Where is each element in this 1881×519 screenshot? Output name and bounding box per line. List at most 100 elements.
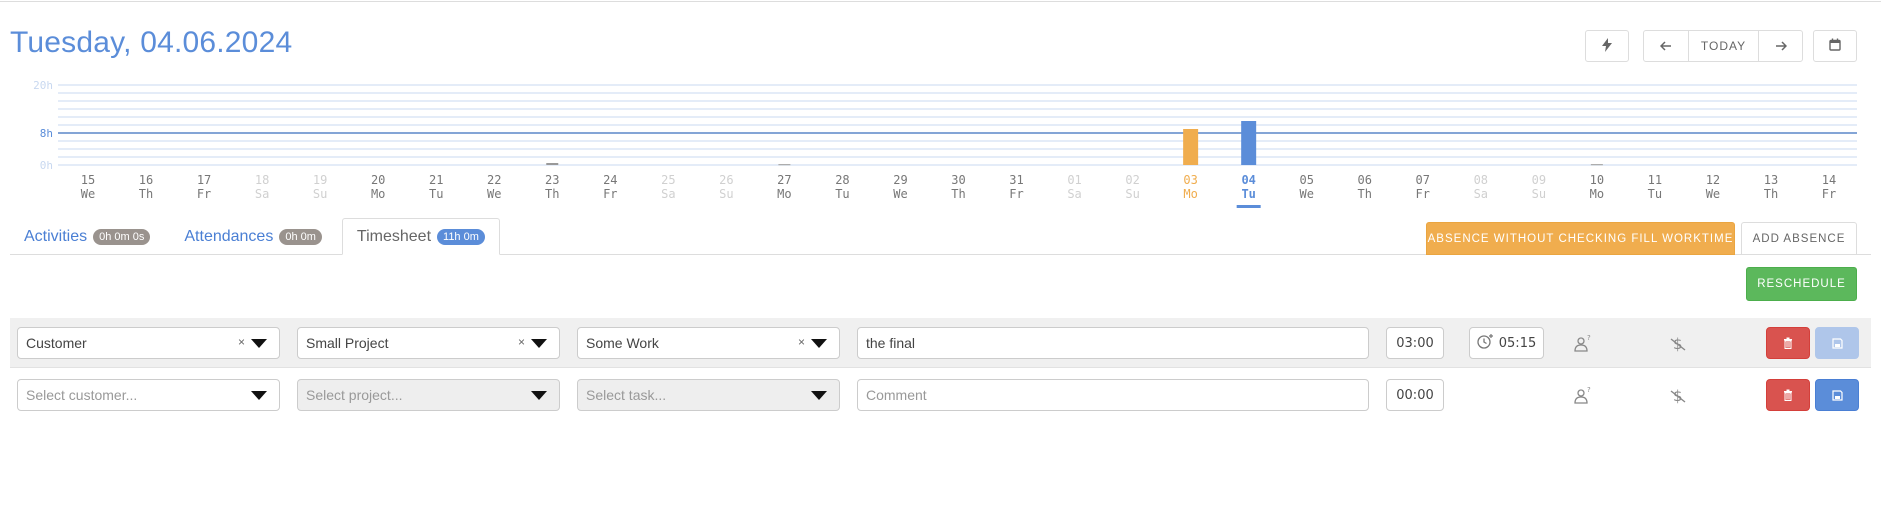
dollar-slash-icon[interactable]: $ [1667, 385, 1689, 407]
absence-fill-worktime-button[interactable]: ABSENCE WITHOUT CHECKING FILL WORKTIME [1426, 222, 1735, 255]
x-tick-day: 18 [255, 173, 269, 187]
x-tick-day: 02 [1125, 173, 1139, 187]
y-tick-label: 20h [33, 79, 53, 92]
start-time-button[interactable]: 05:15 [1469, 327, 1544, 359]
x-tick-day: 05 [1299, 173, 1313, 187]
x-tick-weekday: Sa [1067, 187, 1081, 201]
customer-select[interactable]: Select customer... [17, 379, 280, 411]
trash-icon [1784, 389, 1792, 401]
x-tick-weekday: Fr [197, 187, 211, 201]
date-navigation: TODAY [1643, 30, 1803, 62]
comment-input[interactable]: Comment [857, 379, 1369, 411]
task-value: Some Work [586, 335, 659, 351]
x-tick-day: 06 [1358, 173, 1372, 187]
x-tick-day: 09 [1532, 173, 1546, 187]
timesheet-new-row: Select customer... Select project... Sel… [10, 370, 1871, 420]
x-tick-weekday: Su [313, 187, 327, 201]
x-tick-weekday: Fr [1009, 187, 1023, 201]
next-day-button[interactable] [1758, 31, 1802, 61]
x-tick-day: 17 [197, 173, 211, 187]
x-tick-weekday: Tu [429, 187, 443, 201]
x-tick-day: 29 [893, 173, 907, 187]
x-tick-day: 13 [1764, 173, 1778, 187]
tab-timesheet[interactable]: Timesheet 11h 0m [341, 218, 500, 255]
x-tick-weekday: Su [1532, 187, 1546, 201]
tabs: Activities 0h 0m 0s Attendances 0h 0m Ti… [10, 218, 500, 255]
y-tick-label: 8h [40, 127, 53, 140]
page-title: Tuesday, 04.06.2024 [10, 26, 293, 59]
calendar-icon [1829, 38, 1841, 54]
x-tick-day: 14 [1822, 173, 1836, 187]
tab-activities[interactable]: Activities 0h 0m 0s [10, 218, 164, 255]
chevron-down-icon [811, 339, 827, 348]
x-tick-day: 16 [139, 173, 153, 187]
clear-icon[interactable]: × [238, 335, 245, 349]
x-tick-day: 11 [1648, 173, 1662, 187]
bar-10 [1590, 164, 1603, 166]
bar-23 [546, 163, 559, 165]
customer-value: Customer [26, 335, 87, 351]
project-value: Small Project [306, 335, 389, 351]
quick-action-button[interactable] [1585, 30, 1629, 62]
x-tick-weekday: Su [1125, 187, 1139, 201]
customer-select[interactable]: Customer × [17, 327, 280, 359]
x-tick-weekday: Th [139, 187, 153, 201]
user-question-icon[interactable]: ? [1572, 385, 1594, 407]
duration-input[interactable]: 00:00 [1386, 379, 1444, 411]
delete-button[interactable] [1766, 327, 1810, 359]
x-tick-weekday: Sa [1474, 187, 1488, 201]
bar-04 [1241, 121, 1257, 165]
chevron-down-icon [251, 391, 267, 400]
x-tick-weekday: Fr [1416, 187, 1430, 201]
x-tick-day: 15 [81, 173, 95, 187]
dollar-slash-icon[interactable]: $ [1667, 333, 1689, 355]
clear-icon[interactable]: × [798, 335, 805, 349]
x-tick-day: 10 [1590, 173, 1604, 187]
today-button[interactable]: TODAY [1687, 31, 1759, 61]
chevron-down-icon [531, 339, 547, 348]
top-divider [0, 1, 1881, 2]
tab-label: Timesheet [356, 227, 432, 245]
project-select[interactable]: Small Project × [297, 327, 560, 359]
tab-attendances[interactable]: Attendances 0h 0m [170, 218, 336, 255]
x-tick-weekday: Mo [1183, 187, 1197, 201]
svg-text:?: ? [1587, 334, 1591, 342]
x-tick-weekday: We [1706, 187, 1720, 201]
reschedule-button[interactable]: RESCHEDULE [1746, 267, 1857, 301]
user-question-icon[interactable]: ? [1572, 333, 1594, 355]
duration-input[interactable]: 03:00 [1386, 327, 1444, 359]
prev-day-button[interactable] [1644, 31, 1688, 61]
project-select[interactable]: Select project... [297, 379, 560, 411]
comment-input[interactable]: the final [857, 327, 1369, 359]
save-icon [1831, 389, 1843, 401]
start-time-value: 05:15 [1498, 335, 1537, 351]
task-select[interactable]: Select task... [577, 379, 840, 411]
tab-badge: 11h 0m [437, 228, 485, 245]
bar-03 [1183, 129, 1199, 165]
selected-day-indicator [1236, 205, 1261, 208]
delete-button[interactable] [1766, 379, 1810, 411]
x-tick-weekday: Mo [777, 187, 791, 201]
x-tick-day: 22 [487, 173, 501, 187]
x-tick-day: 01 [1067, 173, 1081, 187]
x-tick-day: 20 [371, 173, 385, 187]
svg-text:?: ? [1587, 386, 1591, 394]
add-absence-button[interactable]: ADD ABSENCE [1741, 222, 1857, 255]
x-tick-weekday: Tu [835, 187, 849, 201]
x-tick-day: 07 [1416, 173, 1430, 187]
project-placeholder: Select project... [306, 387, 403, 403]
save-button[interactable] [1815, 327, 1859, 359]
chevron-down-icon [811, 391, 827, 400]
tab-label: Activities [24, 227, 88, 245]
save-button[interactable] [1815, 379, 1859, 411]
chevron-down-icon [531, 391, 547, 400]
x-tick-day: 27 [777, 173, 791, 187]
calendar-button[interactable] [1813, 30, 1857, 62]
bar-27 [778, 164, 791, 166]
task-select[interactable]: Some Work × [577, 327, 840, 359]
x-tick-weekday: Th [1358, 187, 1372, 201]
clear-icon[interactable]: × [518, 335, 525, 349]
chevron-down-icon [251, 339, 267, 348]
x-tick-day: 30 [951, 173, 965, 187]
clock-plus-icon [1477, 333, 1495, 353]
